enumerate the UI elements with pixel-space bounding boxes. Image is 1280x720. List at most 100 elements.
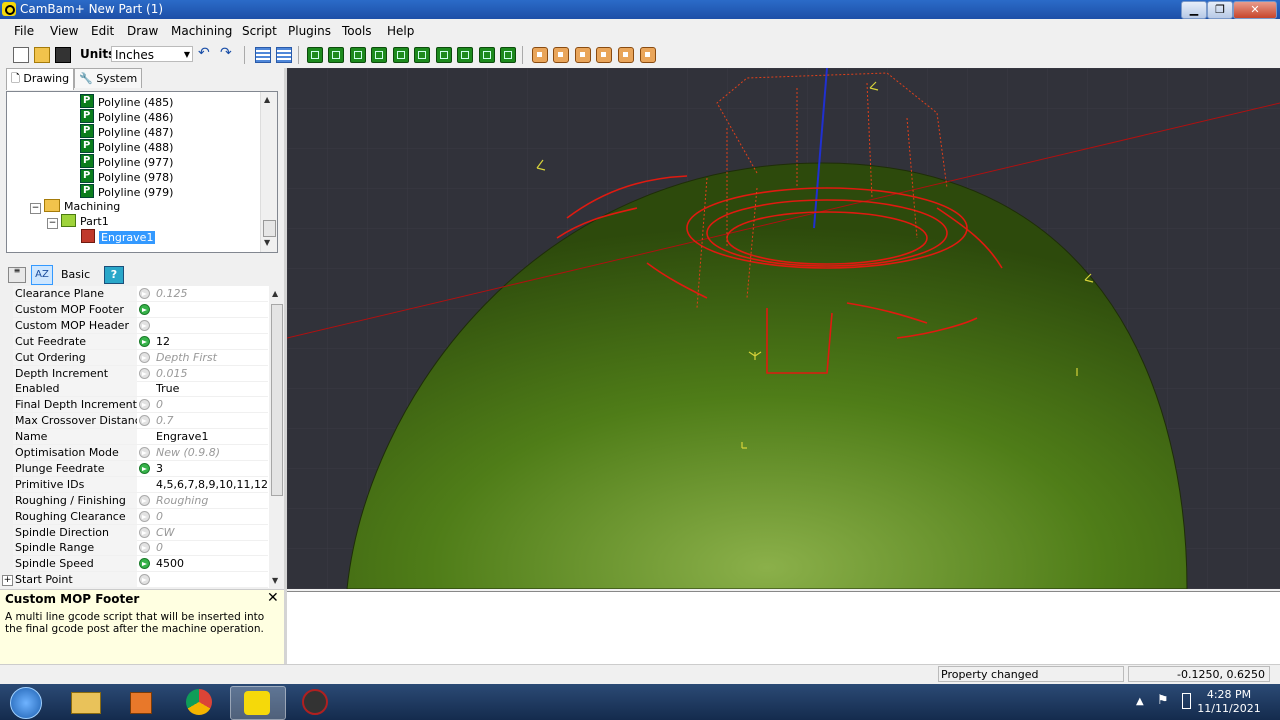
property-row[interactable]: Spindle Speed 4500 [0,556,268,573]
engrave-mop-icon[interactable] [575,47,591,63]
view-mode-label[interactable]: Basic [61,268,90,281]
property-default-icon[interactable] [139,335,150,347]
property-row[interactable]: Primitive IDs 4,5,6,7,8,9,10,11,12,13,1 [0,476,268,493]
property-default-icon[interactable] [139,399,150,411]
scroll-up-icon[interactable]: ▲ [264,95,270,104]
taskbar-explorer[interactable] [58,686,112,718]
collapse-icon[interactable]: − [30,203,41,214]
property-row[interactable]: Final Depth Increment 0 [0,397,268,414]
rectangle-tool-icon[interactable] [371,47,387,63]
property-value[interactable]: 12 [156,334,268,349]
property-row[interactable]: Custom MOP Footer [0,301,268,318]
property-value[interactable]: 0 [156,397,268,412]
scroll-down-icon[interactable]: ▼ [272,576,278,585]
property-row[interactable]: Spindle Direction CW [0,524,268,541]
property-default-icon[interactable] [139,447,150,458]
close-button[interactable]: ✕ [1233,1,1277,19]
offset-tool-icon[interactable] [457,47,473,63]
property-value[interactable]: Engrave1 [156,429,268,444]
property-default-icon[interactable] [139,351,150,363]
menu-script[interactable]: Script [242,24,277,38]
maximize-button[interactable]: ❐ [1207,1,1233,19]
surface-tool-icon[interactable] [436,47,452,63]
lathe-mop-icon[interactable] [618,47,634,63]
property-default-icon[interactable] [139,494,150,506]
property-value[interactable]: 0.125 [156,286,268,301]
menu-plugins[interactable]: Plugins [288,24,331,38]
property-value[interactable]: 0 [156,509,268,524]
region-tool-icon[interactable] [414,47,430,63]
3d-viewport[interactable] [287,68,1280,589]
tray-arrow-icon[interactable]: ▲ [1136,696,1144,707]
tab-drawing[interactable]: 🗋 Drawing [6,68,75,90]
start-button[interactable] [10,687,42,719]
tree-item-engrave[interactable]: Engrave1 [81,229,156,244]
tree-item-part[interactable]: − Part1 [47,214,109,229]
taskbar-cambam[interactable] [230,686,286,720]
property-value[interactable]: Roughing [156,493,268,508]
menu-help[interactable]: Help [387,24,414,38]
property-default-icon[interactable] [139,319,150,331]
property-value[interactable]: 3 [156,461,268,476]
property-default-icon[interactable] [139,415,150,427]
profile-mop-icon[interactable] [596,47,612,63]
grid-icon[interactable] [276,47,292,63]
property-row[interactable]: Plunge Feedrate 3 [0,460,268,477]
text-tool-icon[interactable] [393,47,409,63]
categorized-icon[interactable]: ≡ [8,267,26,283]
flag-icon[interactable]: ⚑ [1157,693,1169,708]
undo-icon[interactable]: ↶ [198,46,212,61]
scroll-up-icon[interactable]: ▲ [272,289,278,298]
property-value[interactable]: 4500 [156,556,268,571]
arc-tool-icon[interactable] [479,47,495,63]
tree-item-polyline[interactable]: Polyline (978) [80,168,173,184]
property-default-icon[interactable] [139,510,150,522]
property-row[interactable]: Clearance Plane 0.125 [0,286,268,302]
property-value[interactable]: 0 [156,540,268,555]
property-default-icon[interactable] [139,462,150,474]
property-default-icon[interactable] [139,574,150,586]
menu-tools[interactable]: Tools [342,24,372,38]
menu-view[interactable]: View [50,24,78,38]
units-select[interactable]: Inches ▼ [111,46,193,62]
sort-alpha-icon[interactable]: AZ [31,265,53,285]
property-value[interactable]: Depth First [156,350,268,365]
close-icon[interactable]: ✕ [267,590,279,606]
polyline-tool-icon[interactable] [307,47,323,63]
taskbar-media[interactable] [114,686,168,718]
property-value[interactable]: True [156,381,268,396]
menu-edit[interactable]: Edit [91,24,114,38]
property-default-icon[interactable] [139,526,150,538]
property-row[interactable]: Depth Increment 0.015 [0,365,268,382]
collapse-icon[interactable]: − [47,218,58,229]
battery-icon[interactable] [1182,693,1191,709]
points-tool-icon[interactable] [350,47,366,63]
circle-tool-icon[interactable] [328,47,344,63]
tab-system[interactable]: 🔧 System [74,68,143,88]
system-clock[interactable]: 4:28 PM 11/11/2021 [1194,688,1264,716]
property-value[interactable]: 0.015 [156,366,268,381]
property-value[interactable]: 0.7 [156,413,268,428]
message-console[interactable] [287,591,1280,664]
property-row[interactable]: Cut Feedrate 12 [0,333,268,350]
scroll-down-icon[interactable]: ▼ [264,238,270,247]
tree-item-polyline[interactable]: Polyline (488) [80,138,173,154]
property-row[interactable]: Start Point + [0,572,268,588]
tree-item-polyline[interactable]: Polyline (977) [80,153,173,169]
property-row[interactable]: Roughing Clearance 0 [0,508,268,525]
property-row[interactable]: Spindle Range 0 [0,540,268,557]
minimize-button[interactable]: ▁ [1181,1,1207,19]
taskbar-chrome[interactable] [172,686,226,718]
break-tool-icon[interactable] [500,47,516,63]
drill-mop-icon[interactable] [532,47,548,63]
tree-item-polyline[interactable]: Polyline (979) [80,183,173,199]
pocket-mop-icon[interactable] [553,47,569,63]
tree-item-polyline[interactable]: Polyline (487) [80,123,173,139]
tree-scrollbar[interactable]: ▲ ▼ [260,92,277,252]
property-default-icon[interactable] [139,288,150,299]
open-folder-icon[interactable] [34,47,50,63]
property-default-icon[interactable] [139,542,150,554]
property-default-icon[interactable] [139,303,150,315]
property-row[interactable]: Roughing / Finishing Roughing [0,492,268,509]
tree-item-machining[interactable]: − Machining [30,199,120,214]
